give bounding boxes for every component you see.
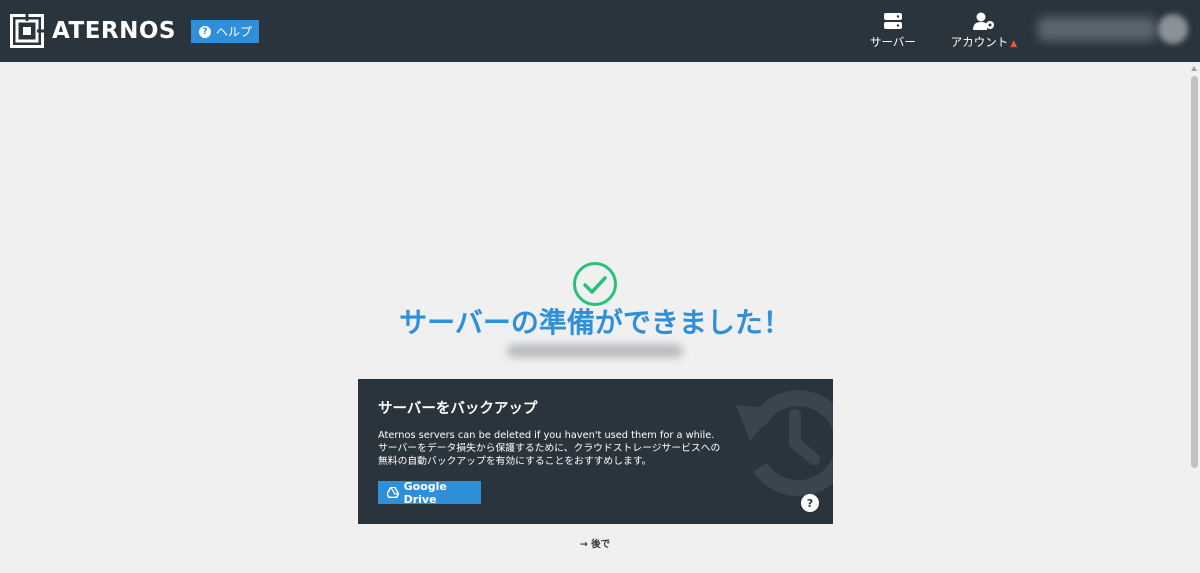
page-title: サーバーの準備ができました！ (399, 306, 791, 339)
nav-account-label: アカウント (950, 35, 1009, 49)
backup-line-3: 無料の自動バックアップを有効にすることをおすすめします。 (378, 456, 652, 467)
backup-card: サーバーをバックアップ Aternos servers can be delet… (358, 379, 833, 524)
username-blurred[interactable] (1038, 17, 1156, 41)
history-icon (736, 390, 833, 497)
check-circle-icon (573, 262, 617, 306)
backup-line-1: Aternos servers can be deleted if you ha… (378, 430, 715, 441)
page-scrollbar[interactable] (1189, 62, 1200, 573)
google-drive-icon (387, 487, 399, 498)
google-drive-button[interactable]: Google Drive (378, 479, 481, 506)
backup-title: サーバーをバックアップ (378, 401, 538, 417)
warning-icon: ▲ (1010, 39, 1018, 49)
nav-server[interactable]: サーバー (866, 12, 920, 50)
brand-name[interactable]: ATERNOS (52, 17, 176, 45)
nav-account[interactable]: アカウント ▲ (946, 12, 1022, 50)
later-link[interactable]: → 後で (570, 536, 620, 550)
top-header: ATERNOS ? ヘルプ サーバー アカウント ▲ (0, 0, 1200, 62)
server-icon (884, 13, 902, 29)
server-address-blurred (507, 344, 683, 358)
avatar[interactable] (1158, 14, 1188, 44)
google-drive-label: Google Drive (403, 479, 447, 506)
backup-line-2: サーバーをデータ損失から保護するために、クラウドストレージサービスへの (378, 443, 721, 454)
backup-description: Aternos servers can be deleted if you ha… (378, 429, 738, 468)
question-icon: ? (199, 25, 211, 38)
aternos-logo-icon[interactable] (10, 14, 44, 48)
help-button[interactable]: ? ヘルプ (191, 20, 259, 43)
user-gear-icon (973, 12, 994, 30)
backup-help-icon[interactable]: ? (801, 494, 819, 512)
help-label: ヘルプ (216, 25, 253, 39)
scroll-up-arrow-icon[interactable] (1191, 66, 1197, 71)
scroll-thumb[interactable] (1191, 76, 1198, 468)
nav-server-label: サーバー (870, 35, 916, 49)
